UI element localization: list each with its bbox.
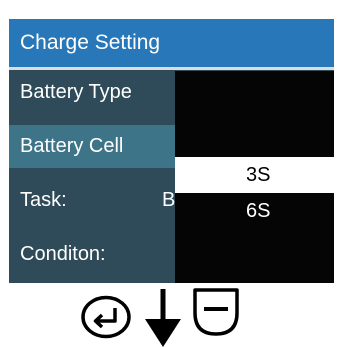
control-hints xyxy=(0,285,343,347)
setting-label: Battery Type xyxy=(20,81,132,103)
setting-label: Task: xyxy=(20,189,67,211)
enter-icon[interactable] xyxy=(80,295,132,339)
dropdown-option-3s[interactable]: 3S xyxy=(175,157,334,193)
down-arrow-icon xyxy=(145,289,181,347)
minus-icon[interactable] xyxy=(190,287,242,337)
battery-cell-dropdown[interactable]: 3S 6S xyxy=(175,71,334,283)
divider xyxy=(9,67,334,70)
screen-title: Charge Setting xyxy=(9,19,334,67)
device-screen: Charge Setting Battery Type Battery Cell… xyxy=(9,19,334,283)
setting-label: Battery Cell xyxy=(20,135,124,157)
setting-value: B xyxy=(162,189,176,211)
setting-label: Conditon: xyxy=(20,243,106,265)
dropdown-option-6s[interactable]: 6S xyxy=(175,193,334,229)
